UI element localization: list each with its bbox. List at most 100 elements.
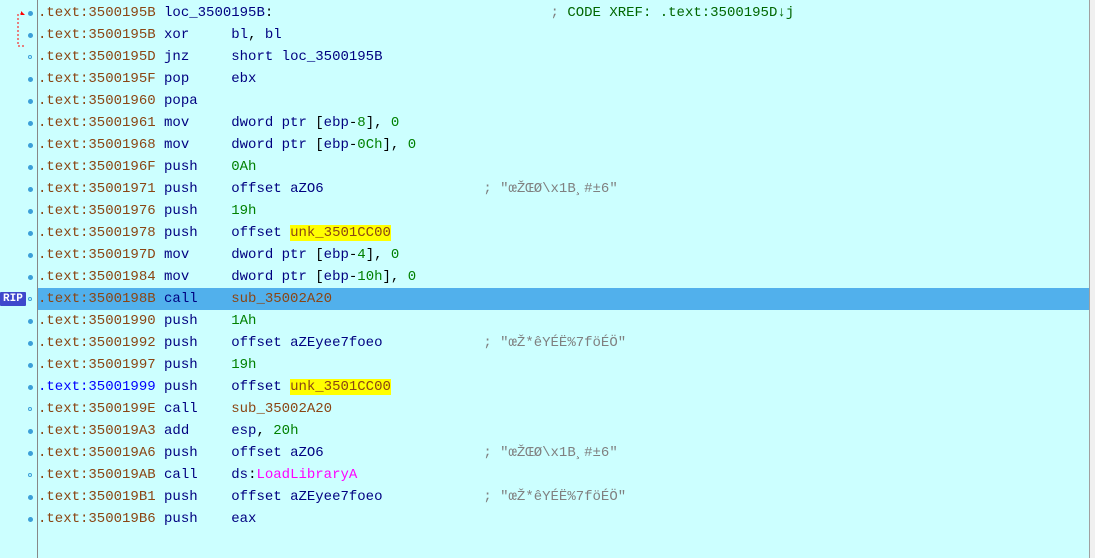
reg-token: ebp xyxy=(324,137,349,153)
disasm-line[interactable]: .text:3500195B loc_3500195B: ; CODE XREF… xyxy=(38,2,1095,24)
text-token xyxy=(156,115,164,131)
text-token xyxy=(382,335,483,351)
address[interactable]: .text:35001976 xyxy=(38,203,156,219)
address[interactable]: .text:3500195B xyxy=(38,27,156,43)
comment-token: ; xyxy=(551,5,568,21)
text-token: ], xyxy=(366,247,391,263)
reg-token: ds xyxy=(231,467,248,483)
mnemonic-token: pop xyxy=(164,71,231,87)
disasm-line[interactable]: .text:35001971 push offset aZO6 ; "œŽŒØ\… xyxy=(38,178,1095,200)
text-token xyxy=(156,225,164,241)
disassembly-view[interactable]: .text:3500195B loc_3500195B: ; CODE XREF… xyxy=(0,0,1095,530)
address[interactable]: .text:35001978 xyxy=(38,225,156,241)
mnemonic-token: mov xyxy=(164,247,231,263)
text-token xyxy=(156,5,164,21)
text-token xyxy=(156,467,164,483)
num-green-token: 20h xyxy=(273,423,298,439)
scrollbar[interactable] xyxy=(1089,0,1095,558)
keyword-token: offset xyxy=(231,445,290,461)
disasm-line[interactable]: .text:3500195F pop ebx xyxy=(38,68,1095,90)
text-token xyxy=(156,159,164,175)
address[interactable]: .text:350019B1 xyxy=(38,489,156,505)
keyword-token: offset xyxy=(231,379,290,395)
disasm-line[interactable]: .text:3500197D mov dword ptr [ebp-4], 0 xyxy=(38,244,1095,266)
address[interactable]: .text:35001990 xyxy=(38,313,156,329)
disasm-line[interactable]: .text:35001961 mov dword ptr [ebp-8], 0 xyxy=(38,112,1095,134)
disasm-line[interactable]: .text:350019A3 add esp, 20h xyxy=(38,420,1095,442)
disasm-line[interactable]: .text:35001978 push offset unk_3501CC00 xyxy=(38,222,1095,244)
keyword-token: offset xyxy=(231,335,290,351)
pink-token: LoadLibraryA xyxy=(256,467,357,483)
disasm-line[interactable]: .text:35001992 push offset aZEyee7foeo ;… xyxy=(38,332,1095,354)
disasm-line[interactable]: .text:35001984 mov dword ptr [ebp-10h], … xyxy=(38,266,1095,288)
keyword-token: dword ptr xyxy=(231,247,315,263)
address[interactable]: .text:3500195B xyxy=(38,5,156,21)
address[interactable]: .text:3500195F xyxy=(38,71,156,87)
address[interactable]: .text:3500197D xyxy=(38,247,156,263)
address[interactable]: .text:35001971 xyxy=(38,181,156,197)
reg-token: bl xyxy=(231,27,248,43)
mnemonic-token: call xyxy=(164,291,231,307)
text-token xyxy=(156,357,164,373)
address[interactable]: .text:3500196F xyxy=(38,159,156,175)
disasm-line[interactable]: .text:3500198B call sub_35002A20 xyxy=(38,288,1095,310)
text-token xyxy=(156,137,164,153)
text-token xyxy=(156,313,164,329)
text-token: [ xyxy=(315,247,323,263)
text-token: , xyxy=(248,27,265,43)
text-token xyxy=(156,291,164,307)
disasm-line[interactable]: .text:35001997 push 19h xyxy=(38,354,1095,376)
comment-token: ; "œŽŒØ\x1B¸#±6" xyxy=(483,445,617,461)
text-token: ], xyxy=(383,137,408,153)
address[interactable]: .text:350019A6 xyxy=(38,445,156,461)
text-token xyxy=(156,181,164,197)
text-token: [ xyxy=(315,137,323,153)
text-token xyxy=(324,181,484,197)
disasm-line[interactable]: .text:350019B1 push offset aZEyee7foeo ;… xyxy=(38,486,1095,508)
hl-yellow-token: unk_3501CC00 xyxy=(290,225,391,241)
address[interactable]: .text:3500195D xyxy=(38,49,156,65)
reg-token: ebx xyxy=(231,71,256,87)
address[interactable]: .text:350019A3 xyxy=(38,423,156,439)
disasm-line[interactable]: .text:350019AB call ds:LoadLibraryA xyxy=(38,464,1095,486)
disasm-line[interactable]: .text:3500195B xor bl, bl xyxy=(38,24,1095,46)
num-green-token: 0 xyxy=(408,137,416,153)
disasm-line[interactable]: .text:35001999 push offset unk_3501CC00 xyxy=(38,376,1095,398)
text-token xyxy=(273,5,550,21)
address[interactable]: .text:35001997 xyxy=(38,357,156,373)
address[interactable]: .text:35001999 xyxy=(38,379,156,395)
address[interactable]: .text:3500198B xyxy=(38,291,156,307)
reg-token: eax xyxy=(231,511,256,527)
text-token xyxy=(156,335,164,351)
num-green-token: 0Ah xyxy=(231,159,256,175)
disasm-line[interactable]: .text:35001990 push 1Ah xyxy=(38,310,1095,332)
disasm-line[interactable]: .text:350019B6 push eax xyxy=(38,508,1095,530)
reg-token: ebp xyxy=(324,115,349,131)
operand-token: aZEyee7foeo xyxy=(290,489,382,505)
text-token xyxy=(156,71,164,87)
address[interactable]: .text:35001984 xyxy=(38,269,156,285)
disasm-line[interactable]: .text:350019A6 push offset aZO6 ; "œŽŒØ\… xyxy=(38,442,1095,464)
disasm-line[interactable]: .text:35001960 popa xyxy=(38,90,1095,112)
disasm-line[interactable]: .text:35001976 push 19h xyxy=(38,200,1095,222)
address[interactable]: .text:3500199E xyxy=(38,401,156,417)
address[interactable]: .text:350019B6 xyxy=(38,511,156,527)
hl-yellow-token: 00 xyxy=(374,379,391,395)
disasm-line[interactable]: .text:3500199E call sub_35002A20 xyxy=(38,398,1095,420)
num-green-token: 19h xyxy=(231,357,256,373)
keyword-token: offset xyxy=(231,489,290,505)
comment-token: ; "œŽ*êYÉË%7föÉÖ" xyxy=(483,489,626,505)
disasm-line[interactable]: .text:3500196F push 0Ah xyxy=(38,156,1095,178)
text-token xyxy=(156,93,164,109)
disasm-line[interactable]: .text:35001968 mov dword ptr [ebp-0Ch], … xyxy=(38,134,1095,156)
address[interactable]: .text:35001961 xyxy=(38,115,156,131)
address[interactable]: .text:35001968 xyxy=(38,137,156,153)
address[interactable]: .text:35001960 xyxy=(38,93,156,109)
address[interactable]: .text:35001992 xyxy=(38,335,156,351)
operand-token: loc_3500195B xyxy=(282,49,383,65)
address[interactable]: .text:350019AB xyxy=(38,467,156,483)
disasm-line[interactable]: .text:3500195D jnz short loc_3500195B xyxy=(38,46,1095,68)
num-green-token: 0 xyxy=(391,115,399,131)
reg-token: bl xyxy=(265,27,282,43)
keyword-token: offset xyxy=(231,225,290,241)
